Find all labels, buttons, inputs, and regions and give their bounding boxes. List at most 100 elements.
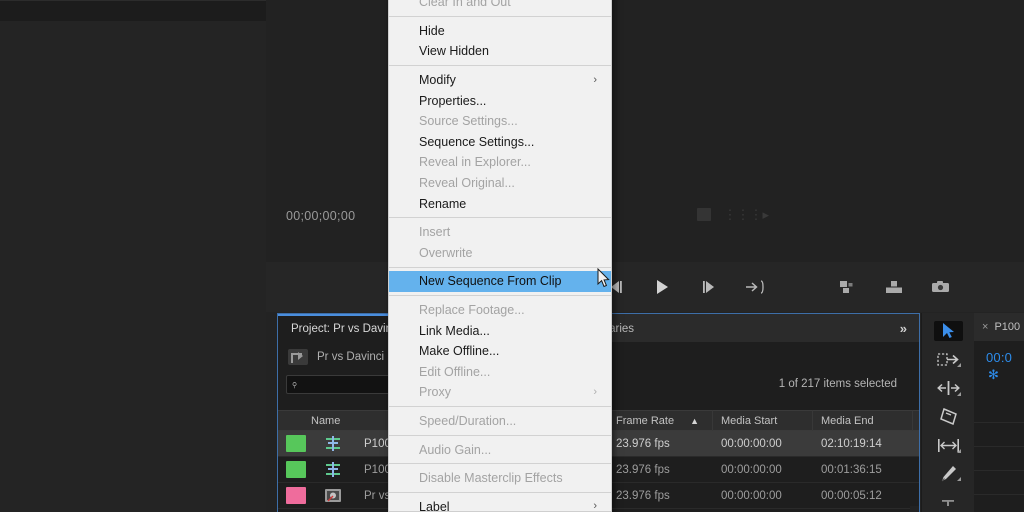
type-tool[interactable] [934, 492, 963, 512]
timeline-track-row[interactable] [974, 471, 1024, 495]
column-header-name-label: Name [311, 414, 341, 427]
menu-item-rename[interactable]: Rename [389, 193, 611, 214]
label-color-swatch[interactable] [286, 487, 306, 504]
menu-item-label: Modify [419, 73, 456, 88]
close-icon[interactable]: × [982, 321, 988, 333]
menu-item-label: Rename [419, 196, 467, 211]
row-media-end: 02:10:19:14 [821, 437, 882, 450]
row-media-end: 00:01:36:15 [821, 463, 882, 476]
play-icon[interactable] [652, 277, 672, 297]
breadcrumb[interactable]: Pr vs Davinci R [317, 351, 396, 363]
export-frame-icon[interactable] [930, 277, 950, 297]
menu-item-proxy: Proxy › [389, 382, 611, 403]
monitor-canvas[interactable] [266, 0, 1024, 262]
menu-item-speed-duration: Speed/Duration... [389, 411, 611, 432]
menu-item-properties[interactable]: Properties... [389, 90, 611, 111]
timeline-tab-label[interactable]: P100 [994, 321, 1020, 333]
vertical-scrollbar[interactable] [910, 506, 919, 512]
sequence-icon [324, 488, 342, 503]
menu-item-hide[interactable]: Hide [389, 21, 611, 42]
selection-tool[interactable] [933, 321, 963, 341]
menu-item-label: Clear In and Out [419, 0, 511, 10]
monitor-overlay-icons: ⋮⋮⋮▸ [697, 208, 769, 221]
menu-item-label: Overwrite [419, 245, 473, 260]
menu-item-view-hidden[interactable]: View Hidden [389, 41, 611, 62]
source-monitor-panel: 00;00;00;00 ⋮⋮⋮▸ [266, 0, 1024, 312]
menu-item-label: Sequence Settings... [419, 134, 535, 149]
monitor-timecode[interactable]: 00;00;00;00 [286, 209, 355, 223]
row-media-start: 00:00:00:00 [721, 463, 782, 476]
insert-icon[interactable] [838, 277, 858, 297]
column-header-media-end-label: Media End [821, 414, 874, 427]
label-color-swatch[interactable] [286, 461, 306, 478]
menu-item-label: Edit Offline... [419, 364, 491, 379]
step-forward-icon[interactable] [698, 277, 718, 297]
ripple-edit-tool[interactable] [934, 378, 963, 398]
rate-stretch-tool[interactable] [934, 407, 963, 427]
menu-item-sequence-settings[interactable]: Sequence Settings... [389, 132, 611, 153]
column-header-frame-rate[interactable]: Frame Rate ▲ [608, 410, 713, 431]
menu-item-clear-in-and-out: Clear In and Out [389, 0, 611, 13]
search-icon: ⌕ [288, 377, 302, 391]
menu-separator [389, 16, 611, 18]
menu-item-label: Replace Footage... [419, 303, 525, 318]
tool-flyout-corner-icon [956, 391, 961, 396]
premiere-pro-window: 00;00;00;00 ⋮⋮⋮▸ Project: Pr vs Davinci … [0, 0, 1024, 512]
menu-item-label: Reveal Original... [419, 176, 515, 191]
menu-item-replace-footage: Replace Footage... [389, 300, 611, 321]
overwrite-icon[interactable] [884, 277, 904, 297]
timeline-timecode[interactable]: 00:0 [974, 341, 1024, 365]
menu-item-modify[interactable]: Modify › [389, 70, 611, 91]
menu-item-label: New Sequence From Clip [419, 274, 562, 289]
timeline-track-row[interactable] [974, 447, 1024, 471]
menu-item-make-offline[interactable]: Make Offline... [389, 341, 611, 362]
column-header-media-start[interactable]: Media Start [713, 410, 813, 431]
waveform-icon[interactable]: ⋮⋮⋮▸ [723, 208, 769, 221]
menu-item-new-sequence-from-clip[interactable]: New Sequence From Clip [389, 271, 611, 292]
timeline-track-row[interactable] [974, 423, 1024, 447]
menu-item-disable-masterclip-effects: Disable Masterclip Effects [389, 468, 611, 489]
settings-box-icon[interactable] [697, 208, 712, 221]
clip-context-menu: Clear In and Out Hide View Hidden Modify › Pr… [388, 0, 612, 512]
menu-separator [389, 434, 611, 436]
clip-icon [324, 462, 342, 477]
slip-tool[interactable] [934, 435, 963, 455]
menu-item-reveal-in-explorer: Reveal in Explorer... [389, 152, 611, 173]
parent-folder-icon[interactable] [288, 349, 308, 365]
menu-item-link-media[interactable]: Link Media... [389, 320, 611, 341]
timeline-panel: × P100 00:0 ✻ [974, 313, 1024, 512]
menu-separator [389, 266, 611, 268]
menu-item-label: Make Offline... [419, 344, 500, 359]
clip-icon [324, 436, 342, 451]
snap-icon[interactable]: ✻ [974, 365, 1024, 383]
column-header-media-end[interactable]: Media End [813, 410, 913, 431]
timeline-track-row[interactable] [974, 495, 1024, 512]
timeline-tabbar: × P100 [974, 313, 1024, 341]
menu-item-label: Speed/Duration... [419, 413, 517, 428]
menu-item-label: Hide [419, 23, 445, 38]
timeline-track-row[interactable] [974, 399, 1024, 423]
menu-item-label[interactable]: Label › [389, 496, 611, 512]
menu-separator [389, 65, 611, 67]
menu-separator [389, 463, 611, 465]
menu-item-edit-offline: Edit Offline... [389, 362, 611, 383]
label-color-swatch[interactable] [286, 435, 306, 452]
row-media-start: 00:00:00:00 [721, 437, 782, 450]
sort-ascending-icon: ▲ [690, 415, 699, 426]
track-select-forward-tool[interactable] [934, 350, 963, 370]
selection-status: 1 of 217 items selected [778, 378, 897, 390]
menu-item-label: Proxy [419, 385, 451, 400]
menu-item-label: View Hidden [419, 44, 489, 59]
row-frame-rate: 23.976 fps [616, 463, 670, 476]
chevron-right-icon: › [593, 385, 597, 398]
go-to-out-icon[interactable] [744, 277, 764, 297]
menu-item-insert: Insert [389, 222, 611, 243]
row-media-start: 00:00:00:00 [721, 489, 782, 502]
pen-tool[interactable] [934, 464, 963, 484]
menu-item-label: Reveal in Explorer... [419, 155, 531, 170]
left-panel-top-strip [0, 1, 266, 21]
menu-item-reveal-original: Reveal Original... [389, 173, 611, 194]
chevron-right-icon: › [593, 500, 597, 512]
menu-item-source-settings: Source Settings... [389, 111, 611, 132]
tab-overflow-button[interactable]: » [888, 315, 919, 342]
